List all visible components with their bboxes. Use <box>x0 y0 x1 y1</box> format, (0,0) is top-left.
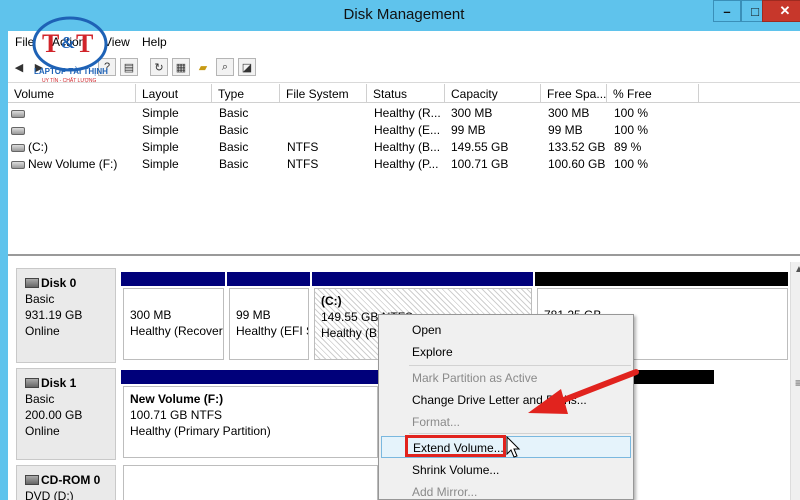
annotation-arrow <box>528 369 639 414</box>
mouse-cursor-icon <box>506 436 521 458</box>
disk-management-window: Disk Management – □ ✕ File Action View H… <box>0 0 800 500</box>
